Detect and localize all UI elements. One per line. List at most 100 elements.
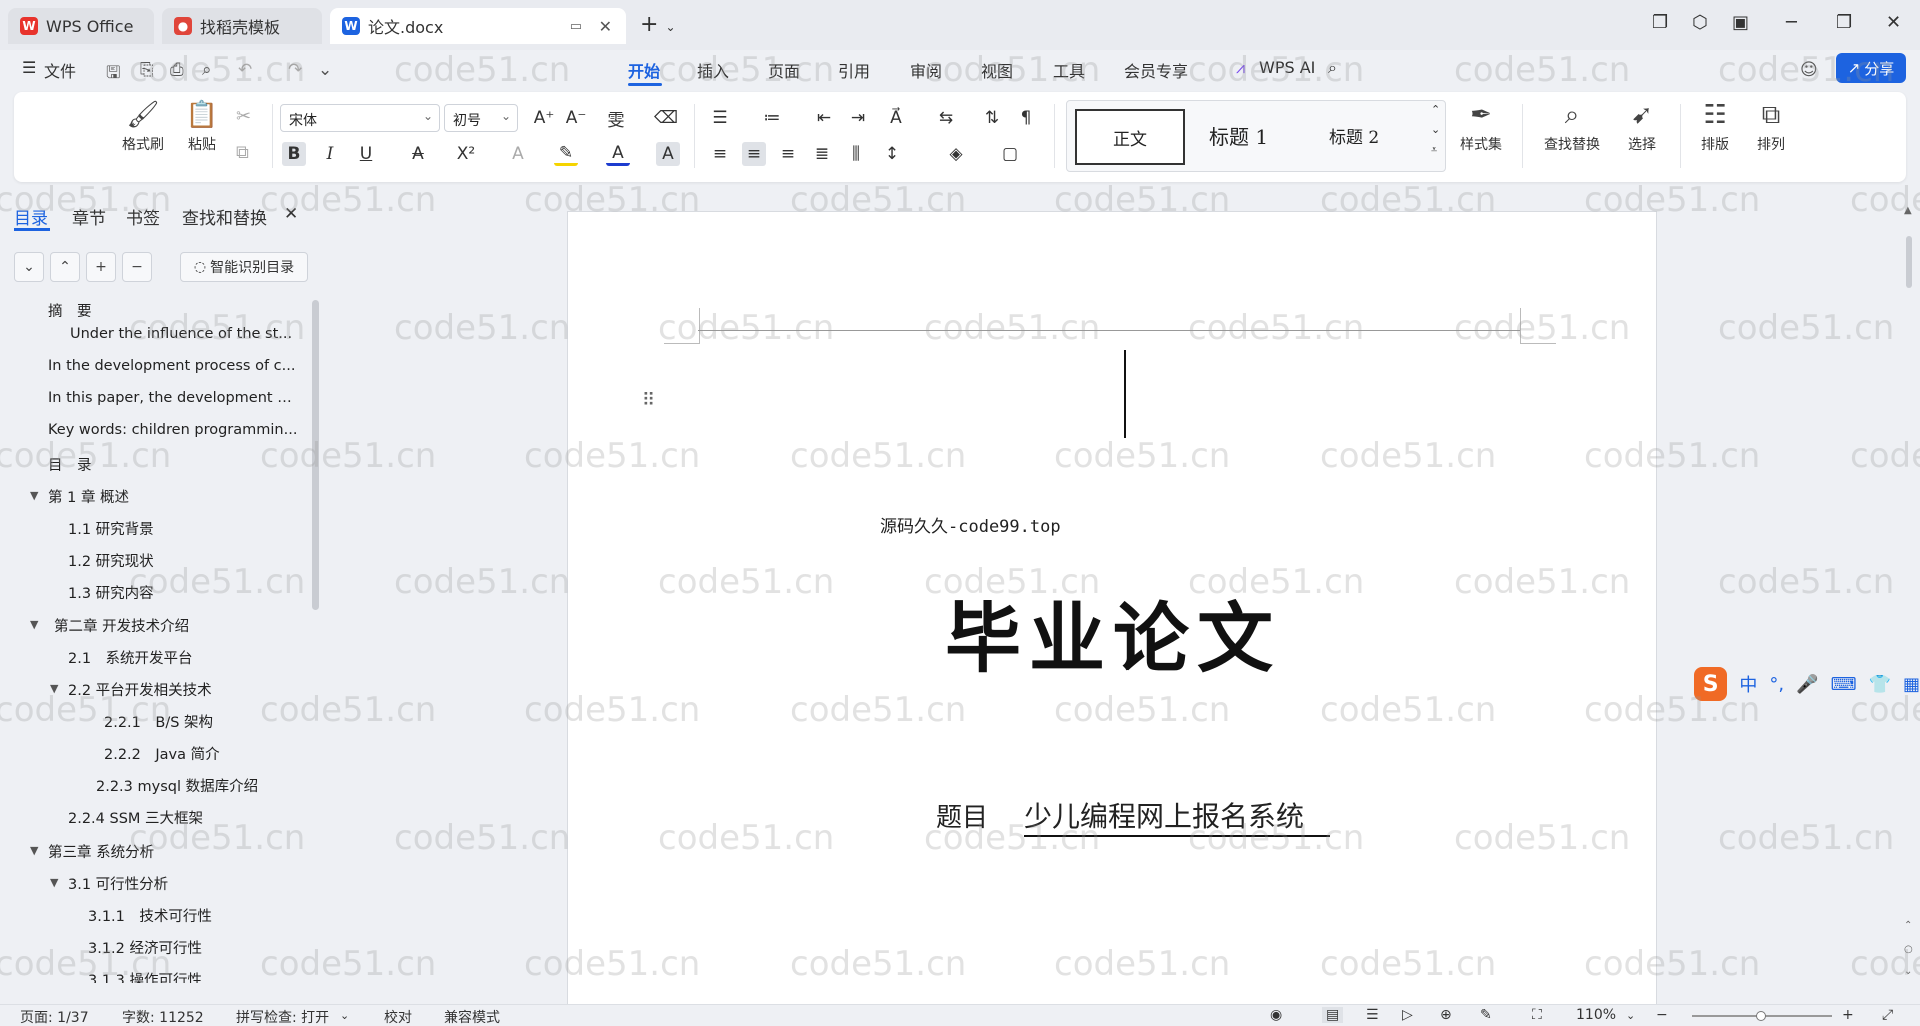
toc-item[interactable]: 目 录 bbox=[48, 454, 298, 478]
punctuation-icon[interactable]: °, bbox=[1769, 674, 1784, 695]
cube-icon[interactable]: ⬡ bbox=[1692, 12, 1708, 33]
menu-file[interactable]: 文件 bbox=[44, 58, 76, 82]
toc-item[interactable]: 3.1 可行性分析 bbox=[68, 873, 298, 897]
new-tab-button[interactable]: + ⌄ bbox=[640, 12, 676, 37]
collapse-triangle-icon[interactable]: ▼ bbox=[30, 844, 38, 857]
format-painter-button[interactable]: 🖌 格式刷 bbox=[118, 100, 168, 154]
toc-item[interactable]: 第三章 系统分析 bbox=[48, 841, 298, 865]
page-indicator[interactable]: 页面: 1/37 bbox=[20, 1007, 89, 1026]
document-page[interactable]: ⠿ 源码久久-code99.top 毕业论文 题目 少儿编程网上报名系统 bbox=[567, 211, 1657, 1004]
zoom-in-icon[interactable]: + bbox=[1842, 1007, 1854, 1023]
document-scrollbar[interactable] bbox=[1906, 236, 1912, 288]
tab-chapters[interactable]: 章节 bbox=[72, 204, 106, 229]
menu-page[interactable]: 页面 bbox=[768, 58, 800, 82]
bold-button[interactable]: B bbox=[282, 142, 306, 166]
tab-toc[interactable]: 目录 bbox=[14, 204, 48, 229]
undo-icon[interactable]: ↶ bbox=[238, 60, 252, 80]
minimize-icon[interactable]: ─ bbox=[1786, 12, 1797, 33]
thesis-title[interactable]: 毕业论文 bbox=[568, 577, 1658, 687]
font-name-select[interactable]: 宋体 ⌄ bbox=[280, 104, 440, 132]
sogou-logo-icon[interactable]: S bbox=[1694, 667, 1728, 701]
proofread-button[interactable]: 校对 bbox=[384, 1007, 412, 1026]
toc-item[interactable]: 3.1.2 经济可行性 bbox=[88, 937, 298, 961]
scroll-up-icon[interactable]: ▲ bbox=[1904, 205, 1912, 216]
skin-icon[interactable]: 👕 bbox=[1869, 674, 1891, 695]
collapse-triangle-icon[interactable]: ▼ bbox=[30, 489, 38, 502]
style-set-button[interactable]: ✒ 样式集 bbox=[1450, 100, 1512, 154]
zoom-slider-knob[interactable] bbox=[1756, 1011, 1766, 1021]
toc-item[interactable]: 第二章 开发技术介绍 bbox=[54, 615, 298, 639]
show-marks-icon[interactable]: ¶ bbox=[1014, 106, 1038, 130]
italic-button[interactable]: I bbox=[318, 142, 342, 166]
add-item-icon[interactable]: + bbox=[86, 252, 116, 282]
style-heading-1[interactable]: 标题 1 bbox=[1209, 121, 1268, 150]
redo-icon[interactable]: ↷ bbox=[288, 60, 302, 80]
numbered-list-icon[interactable]: ≔ bbox=[760, 106, 784, 130]
toc-item[interactable]: In the development process of c... bbox=[48, 358, 300, 382]
scroll-up-icon[interactable]: ⌃ bbox=[1431, 103, 1440, 116]
style-normal[interactable]: 正文 bbox=[1075, 109, 1185, 165]
toc-scrollbar[interactable] bbox=[312, 300, 319, 610]
toc-item[interactable]: 2.2.1 B/S 架构 bbox=[104, 711, 298, 735]
toc-item[interactable]: 2.2.4 SSM 三大框架 bbox=[68, 807, 298, 831]
layout-button[interactable]: ☷ 排版 bbox=[1690, 100, 1740, 154]
scroll-down-icon[interactable]: ⌄ bbox=[1431, 123, 1440, 136]
menu-tools[interactable]: 工具 bbox=[1053, 58, 1085, 82]
expand-icon[interactable]: ⩡ bbox=[1431, 143, 1437, 157]
chevron-down-icon[interactable]: ⌄ bbox=[340, 1009, 349, 1022]
expand-all-icon[interactable]: ⌄ bbox=[14, 252, 44, 282]
more-dropdown-icon[interactable]: ⌄ bbox=[318, 60, 332, 80]
toc-item[interactable]: 2.1 系统开发平台 bbox=[68, 647, 298, 671]
eye-icon[interactable]: ◉ bbox=[1270, 1007, 1282, 1023]
underline-button[interactable]: U bbox=[354, 142, 378, 166]
restore-icon[interactable]: ❐ bbox=[1836, 12, 1852, 33]
phonetic-icon[interactable]: 雯 bbox=[604, 106, 628, 131]
share-button[interactable]: ↗ 分享 bbox=[1836, 53, 1906, 83]
highlight-icon[interactable]: ✎ bbox=[554, 142, 578, 166]
toc-item[interactable]: 2.2.2 Java 简介 bbox=[104, 743, 298, 767]
align-right-icon[interactable]: ≡ bbox=[776, 142, 800, 166]
toc-item[interactable]: 3.1.3 操作可行性 bbox=[88, 969, 298, 983]
select-button[interactable]: ➹ 选择 bbox=[1616, 100, 1668, 154]
align-center-icon[interactable]: ≡ bbox=[742, 142, 766, 166]
select-browse-icon[interactable]: ○ bbox=[1904, 944, 1913, 955]
menu-view[interactable]: 视图 bbox=[981, 58, 1013, 82]
microphone-icon[interactable]: 🎤 bbox=[1796, 674, 1818, 695]
strikethrough-button[interactable]: A bbox=[406, 142, 430, 166]
sort-az-icon[interactable]: ⇅ bbox=[980, 106, 1004, 130]
menu-insert[interactable]: 插入 bbox=[697, 58, 729, 82]
toc-item[interactable]: 第 1 章 概述 bbox=[48, 486, 298, 510]
spell-check-status[interactable]: 拼写检查: 打开 bbox=[236, 1007, 329, 1026]
copy-icon[interactable]: ⧉ bbox=[236, 142, 249, 163]
toc-item[interactable]: In this paper, the development b... bbox=[48, 390, 300, 414]
menu-references[interactable]: 引用 bbox=[838, 58, 870, 82]
paste-button[interactable]: 📋 粘贴 bbox=[178, 100, 226, 154]
clear-format-icon[interactable]: ⌫ bbox=[654, 106, 678, 130]
prev-page-icon[interactable]: ⌃ bbox=[1904, 920, 1912, 931]
toc-item[interactable]: 1.2 研究现状 bbox=[68, 550, 298, 574]
toc-item[interactable]: 3.1.1 技术可行性 bbox=[88, 905, 298, 929]
tab-find-replace[interactable]: 查找和替换 bbox=[182, 204, 267, 229]
search-icon[interactable]: ⌕ bbox=[1328, 58, 1337, 78]
subject-label[interactable]: 题目 bbox=[936, 797, 988, 834]
char-shading-icon[interactable]: A bbox=[656, 142, 680, 166]
toolbox-icon[interactable]: ▦ bbox=[1903, 674, 1920, 695]
text-direction-icon[interactable]: A⃗ bbox=[884, 106, 908, 130]
toc-item[interactable]: 2.2 平台开发相关技术 bbox=[68, 679, 298, 703]
toc-item[interactable]: 2.2.3 mysql 数据库介绍 bbox=[96, 775, 300, 799]
layout-icon[interactable]: ❐ bbox=[1652, 12, 1668, 33]
fullscreen-icon[interactable]: ⤢ bbox=[1882, 1007, 1893, 1023]
next-page-icon[interactable]: ⌄ bbox=[1904, 966, 1912, 977]
subject-value[interactable]: 少儿编程网上报名系统 bbox=[1024, 795, 1331, 837]
toc-item[interactable]: Under the influence of the st... bbox=[70, 326, 300, 350]
toc-item[interactable]: 摘 要 bbox=[48, 300, 298, 324]
tab-bookmarks[interactable]: 书签 bbox=[126, 204, 160, 229]
tab-template[interactable]: ● 找稻壳模板 bbox=[162, 8, 322, 44]
align-left-icon[interactable]: ≡ bbox=[708, 142, 732, 166]
menu-review[interactable]: 审阅 bbox=[910, 58, 942, 82]
increase-indent-icon[interactable]: ⇥ bbox=[846, 106, 870, 130]
line-spacing-icon[interactable]: ↕ bbox=[880, 142, 904, 166]
print-icon[interactable]: ⎙ bbox=[170, 60, 184, 80]
collapse-all-icon[interactable]: ⌃ bbox=[50, 252, 80, 282]
bullet-list-icon[interactable]: ☰ bbox=[708, 106, 732, 130]
